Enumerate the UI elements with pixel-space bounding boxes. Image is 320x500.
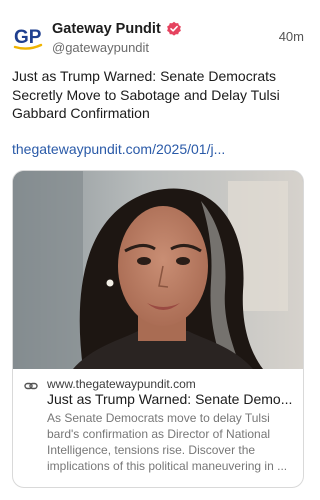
author-display-name[interactable]: Gateway Pundit [52, 21, 161, 37]
post-header: GP Gateway Pundit @gatewaypundit 40m [12, 18, 304, 58]
card-photo [13, 171, 303, 369]
author-name-row[interactable]: Gateway Pundit [52, 20, 182, 38]
author-handle[interactable]: @gatewaypundit [52, 40, 149, 55]
avatar-logo-icon: GP [13, 27, 43, 50]
card-image[interactable] [13, 171, 303, 369]
card-meta[interactable]: www.thegatewaypundit.com Just as Trump W… [13, 369, 303, 487]
card-domain: www.thegatewaypundit.com [47, 377, 196, 391]
card-title[interactable]: Just as Trump Warned: Senate Demo... [47, 391, 297, 408]
verified-badge-icon [166, 21, 181, 36]
avatar[interactable]: GP [12, 22, 44, 54]
post-timestamp[interactable]: 40m [279, 29, 304, 44]
post-item[interactable]: GP Gateway Pundit @gatewaypundit 40m Jus… [0, 0, 316, 500]
post-link[interactable]: thegatewaypundit.com/2025/01/j... [12, 140, 304, 158]
card-description: As Senate Democrats move to delay Tulsi … [47, 411, 288, 473]
avatar-text: GP [14, 27, 42, 48]
link-preview-card[interactable]: www.thegatewaypundit.com Just as Trump W… [12, 170, 304, 488]
post-text: Just as Trump Warned: Senate Democrats S… [12, 68, 280, 121]
link-icon [24, 382, 38, 390]
